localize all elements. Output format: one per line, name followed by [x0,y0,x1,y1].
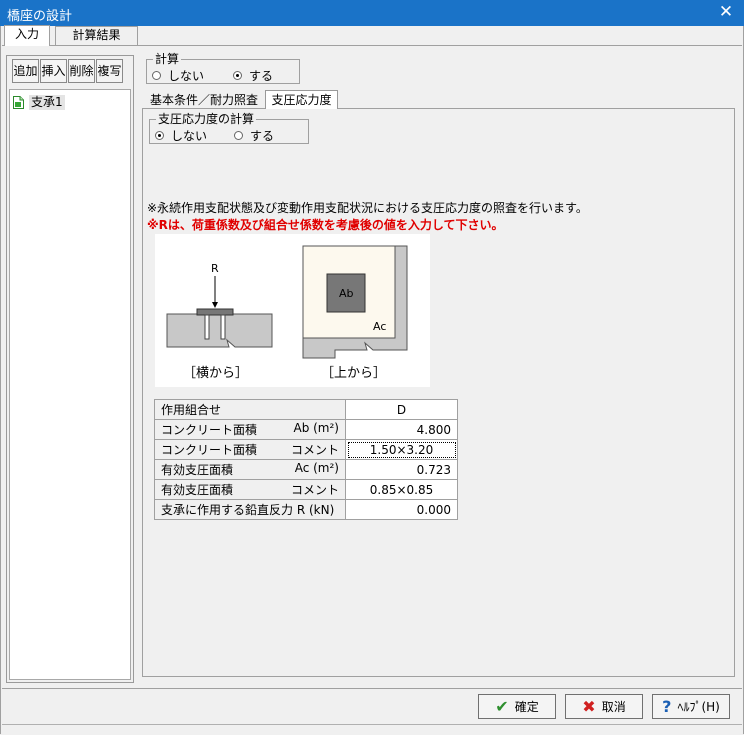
concrete-comment-cell[interactable]: 1.50×3.20 [345,439,458,460]
delete-button[interactable]: 削除 [68,59,95,83]
table-row: コンクリート面積 Ab (m²) 4.800 [154,419,458,440]
effective-area-cell[interactable]: 0.723 [345,459,458,480]
calc-groupbox: 計算 しない する [146,52,300,84]
note-info: ※永続作用支配状態及び変動作用支配状況における支圧応力度の照査を行います。 [147,201,588,215]
tree-item-label: 支承1 [29,94,65,110]
tab-divider [2,45,742,46]
tab-input-label: 入力 [14,27,39,41]
combination-cell[interactable]: D [345,399,458,420]
ab-label: Ab [339,287,354,300]
concrete-area-cell[interactable]: 4.800 [345,419,458,440]
close-icon[interactable]: ✕ [714,1,738,23]
cancel-button-label: 取消 [601,700,626,714]
table-row: 有効支圧面積 Ac (m²) 0.723 [154,459,458,480]
title-bar: 橋座の設計 ✕ [0,0,744,26]
tab-basic-conditions-label: 基本条件／耐力照査 [149,93,258,107]
note-warning: ※Rは、荷重係数及び組合せ係数を考慮後の値を入力して下さい。 [147,218,504,232]
tree-view[interactable]: 支承1 [9,89,131,680]
row-label-vertical-reaction: 支承に作用する鉛直反力 R (kN) [154,499,346,520]
cancel-button[interactable]: ✖ 取消 [565,694,643,719]
bearing-radio-off-label: しない [171,129,208,143]
row-label-combination: 作用組合せ [154,399,346,420]
ok-button-label: 確定 [514,700,539,714]
calc-groupbox-title: 計算 [153,52,182,66]
tab-bearing-stress-label: 支圧応力度 [271,93,332,107]
document-icon [13,95,24,109]
status-bar [2,724,742,735]
insert-button[interactable]: 挿入 [40,59,67,83]
row-label-effective-area: 有効支圧面積 Ac (m²) [154,459,346,480]
cross-icon: ✖ [582,697,596,716]
tab-bearing-stress[interactable]: 支圧応力度 [265,90,338,109]
input-table: 作用組合せ D コンクリート面積 Ab (m²) 4.800 コンクリート面積 コメ… [154,399,458,520]
radio-off-icon [152,71,161,80]
vertical-reaction-cell[interactable]: 0.000 [345,499,458,520]
row-label-concrete-comment: コンクリート面積 コメント [154,439,346,460]
side-view-label: ［横から］ [183,366,249,381]
help-icon: ? [662,697,672,716]
ac-label: Ac [373,320,387,333]
table-row: 作用組合せ D [154,399,458,420]
copy-button[interactable]: 複写 [96,59,123,83]
row-label-concrete-area: コンクリート面積 Ab (m²) [154,419,346,440]
check-icon: ✔ [495,697,509,716]
bearing-radio-off[interactable]: しない [155,127,207,144]
calc-radio-on[interactable]: する [233,67,273,84]
bearing-radio-on[interactable]: する [234,127,274,144]
add-button[interactable]: 追加 [12,59,39,83]
bearing-calc-groupbox: 支圧応力度の計算 しない する [149,112,309,144]
bottom-divider [2,688,742,689]
help-button[interactable]: ? ﾍﾙﾌﾟ(H) [652,694,730,719]
radio-off-icon [234,131,243,140]
bearing-radio-on-label: する [250,129,275,143]
effective-comment-cell[interactable]: 0.85×0.85 [345,479,458,500]
top-view-label: ［上から］ [321,366,387,381]
ok-button[interactable]: ✔ 確定 [478,694,556,719]
bearing-calc-groupbox-title: 支圧応力度の計算 [156,112,257,126]
table-row: コンクリート面積 コメント 1.50×3.20 [154,439,458,460]
radio-on-icon [155,131,164,140]
left-panel: 追加 挿入 削除 複写 支承1 [6,55,134,683]
radio-on-icon [233,71,242,80]
row-label-effective-comment: 有効支圧面積 コメント [154,479,346,500]
window-title: 橋座の設計 [7,9,73,24]
help-button-label: ﾍﾙﾌﾟ(H) [677,700,720,714]
bearing-diagram: R Ab Ac ［横から］ ［上から］ [155,234,430,387]
table-row: 有効支圧面積 コメント 0.85×0.85 [154,479,458,500]
tab-calc-result-label: 計算結果 [72,28,121,42]
tab-content: 支圧応力度の計算 しない する ※永続作用支配状態及び変動作用支配状況における支… [142,108,735,677]
calc-radio-off[interactable]: しない [152,67,204,84]
r-label: R [211,262,219,275]
tree-item-bearing-1[interactable]: 支承1 [13,94,65,110]
right-panel: 計算 しない する 基本条件／耐力照査 支圧応力度 支圧応力度の計算 しない す… [139,52,738,683]
calc-radio-off-label: しない [168,69,205,83]
tab-calc-result[interactable]: 計算結果 [55,26,138,45]
calc-radio-on-label: する [249,69,274,83]
table-row: 支承に作用する鉛直反力 R (kN) 0.000 [154,499,458,520]
tab-input[interactable]: 入力 [4,25,50,46]
